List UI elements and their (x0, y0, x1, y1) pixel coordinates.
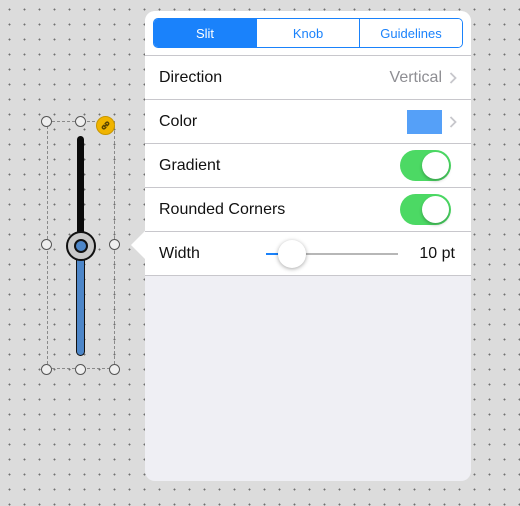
tab-knob[interactable]: Knob (256, 19, 359, 47)
slider-track-min (76, 246, 85, 356)
tab-guidelines[interactable]: Guidelines (359, 19, 462, 47)
resize-handle-bottom-right[interactable] (109, 364, 120, 375)
resize-handle-bottom-left[interactable] (41, 364, 52, 375)
rounded-corners-label: Rounded Corners (159, 200, 286, 218)
popover-arrow (131, 231, 145, 259)
width-label: Width (159, 244, 200, 262)
canvas-slider-element[interactable] (0, 0, 140, 400)
resize-handle-top-left[interactable] (41, 116, 52, 127)
segment-bar: Slit Knob Guidelines (145, 11, 471, 56)
rounded-corners-toggle[interactable] (400, 194, 451, 225)
row-color[interactable]: Color (145, 100, 471, 144)
color-label: Color (159, 112, 198, 130)
width-slider[interactable] (266, 232, 398, 276)
color-swatch (407, 109, 442, 134)
segmented-control: Slit Knob Guidelines (153, 18, 463, 48)
tab-slit[interactable]: Slit (154, 19, 256, 47)
resize-handle-top[interactable] (75, 116, 86, 127)
toggle-thumb (422, 196, 449, 223)
width-slider-track (292, 253, 398, 255)
chevron-right-icon (449, 71, 457, 84)
row-width: Width 10 pt (145, 232, 471, 276)
properties-popover: Slit Knob Guidelines Direction Vertical … (145, 11, 471, 481)
row-gradient: Gradient (145, 144, 471, 188)
direction-label: Direction (159, 68, 223, 86)
slider-knob[interactable] (66, 231, 96, 261)
link-icon[interactable] (96, 116, 115, 135)
width-slider-thumb[interactable] (278, 240, 307, 268)
slider-track-max (77, 136, 84, 246)
width-value: 10 pt (419, 244, 455, 262)
gradient-toggle[interactable] (400, 150, 451, 181)
resize-handle-bottom[interactable] (75, 364, 86, 375)
chevron-right-icon (449, 115, 457, 128)
gradient-label: Gradient (159, 156, 221, 174)
resize-handle-left[interactable] (41, 239, 52, 250)
direction-value: Vertical (389, 68, 442, 86)
settings-list: Direction Vertical Color Gradient Rounde… (145, 56, 471, 276)
row-rounded-corners: Rounded Corners (145, 188, 471, 232)
resize-handle-right[interactable] (109, 239, 120, 250)
row-direction[interactable]: Direction Vertical (145, 56, 471, 100)
toggle-thumb (422, 152, 449, 179)
